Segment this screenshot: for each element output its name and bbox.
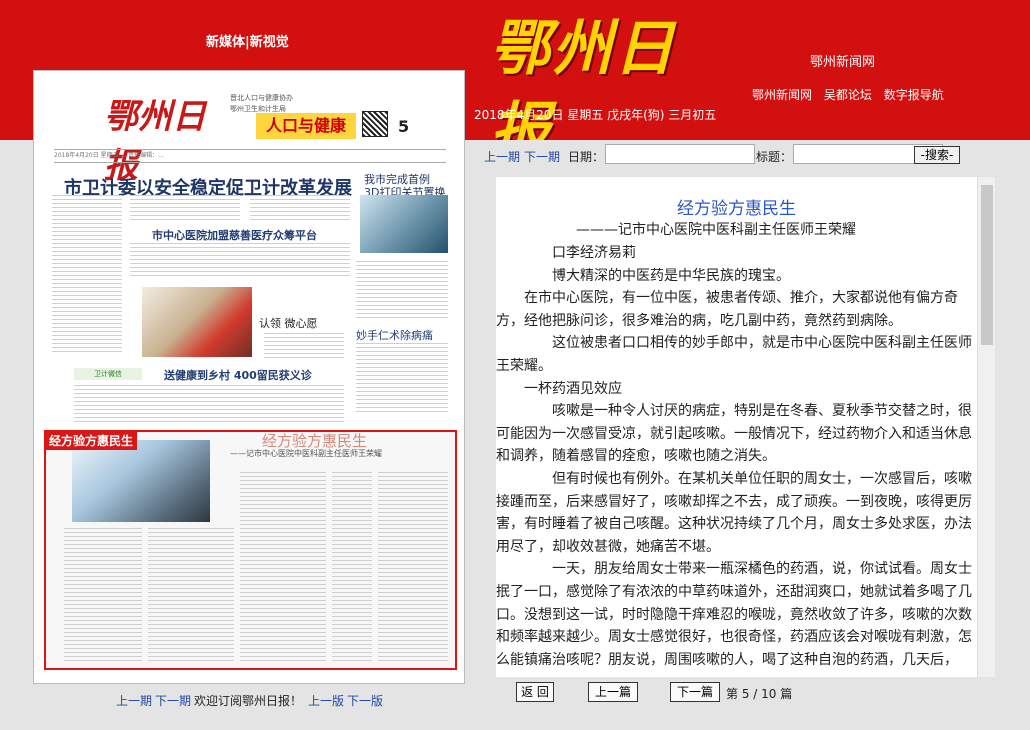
paragraph: 咳嗽是一种令人讨厌的病症，特别是在冬春、夏秋季节交替之时，很可能因为一次感冒受凉… <box>496 403 972 465</box>
newspaper-logo: 鄂州日报 <box>490 14 676 166</box>
article-subtitle: ———记市中心医院中医科副主任医师王荣耀 <box>576 222 856 238</box>
next-page-link[interactable]: 下一版 <box>347 692 383 709</box>
title-label: 标题： <box>756 150 793 164</box>
article-text-block <box>148 528 234 662</box>
section-name: 人口与健康 <box>256 113 356 139</box>
next-article-button[interactable]: 下一篇 <box>670 682 720 702</box>
article-title: 经方验方惠民生 <box>677 199 796 219</box>
subscribe-text: 欢迎订阅鄂州日报！ <box>194 694 303 708</box>
link-wudu-forum[interactable]: 吴都论坛 <box>824 88 872 102</box>
next-issue-link[interactable]: 下一期 <box>155 692 191 709</box>
prev-article-button[interactable]: 上一篇 <box>588 682 638 702</box>
date-label: 日期： <box>568 150 605 164</box>
article-text-block <box>240 472 326 662</box>
wechat-badge: 卫计微信 <box>74 368 142 380</box>
article-pager: 返 回 上一篇 下一篇 第 5 / 10 篇 <box>496 677 995 707</box>
search-button[interactable]: -搜索- <box>914 146 960 164</box>
prev-issue-link[interactable]: 上一期 <box>116 692 152 709</box>
paragraph: 一杯药酒见效应 <box>524 380 622 397</box>
issue-date: 2018年4月20日 星期五 戊戌年(狗) 三月初五 <box>474 108 717 122</box>
article-text-block <box>74 385 344 425</box>
article-body: 口李经济易莉 博大精深的中医药是中华民族的瑰宝。 在市中心医院，有一位中医，被患… <box>496 242 977 671</box>
paragraph: 口李经济易莉 <box>552 245 636 261</box>
paragraph: 一天，朋友给周女士带来一瓶深橘色的药酒，说，你试试看。周女士抿了一口，感觉除了有… <box>496 561 972 668</box>
page-number: 5 <box>398 117 410 136</box>
header-links: 鄂州新闻网 吴都论坛 数字报导航 <box>752 86 952 103</box>
article-text-block <box>356 343 448 415</box>
qr-code-icon <box>362 111 388 137</box>
article-text-block <box>378 472 448 662</box>
article-headline[interactable]: 送健康到乡村 400留民获义诊 <box>164 367 312 383</box>
date-input[interactable] <box>605 144 755 164</box>
prev-page-link[interactable]: 上一版 <box>308 692 344 709</box>
paragraph: 博大精深的中医药是中华民族的瑰宝。 <box>552 267 790 284</box>
issue-navigation: 上一期 下一期 欢迎订阅鄂州日报！ 上一版 下一版 <box>33 684 465 708</box>
article-text-block <box>64 528 142 662</box>
scrollbar-thumb[interactable] <box>981 185 993 345</box>
article-text-block <box>250 195 350 223</box>
toolbar-next-issue[interactable]: 下一期 <box>524 148 560 165</box>
page-info-strip: 2018年4月20日 星期五 ... 责任编辑：... <box>54 149 446 163</box>
link-digital-nav[interactable]: 数字报导航 <box>884 88 944 102</box>
highlight-subtitle: ——记市中心医院中医科副主任医师王荣耀 <box>230 449 382 458</box>
article-count: 第 5 / 10 篇 <box>726 687 793 701</box>
media-links[interactable]: 新媒体|新视觉 <box>206 31 289 50</box>
toolbar-prev-issue[interactable]: 上一期 <box>484 148 520 165</box>
event-photo <box>142 287 252 357</box>
page-masthead: 鄂州日报 <box>104 97 206 186</box>
article-text-block <box>130 243 350 279</box>
article-text-block <box>130 195 240 223</box>
doctor-photo <box>72 440 210 522</box>
article-text-block <box>52 195 122 355</box>
masthead-note: 晋北人口与健康协办 <box>230 94 293 102</box>
article-text-block <box>264 333 344 359</box>
surgery-photo <box>360 195 448 253</box>
link-ezhou-news[interactable]: 鄂州新闻网 <box>752 88 812 102</box>
article-headline[interactable]: 认领 微心愿 <box>259 315 318 331</box>
paragraph: 在市中心医院，有一位中医，被患者传颂、推介，大家都说他有偏方奇方，经他把脉问诊，… <box>496 290 958 329</box>
paragraph: 但有时候也有例外。在某机关单位任职的周女士，一次感冒后，咳嗽接踵而至，后来感冒好… <box>496 470 972 555</box>
site-name[interactable]: 鄂州新闻网 <box>810 51 875 70</box>
article-headline[interactable]: 妙手仁术除病痛 <box>356 327 433 343</box>
paragraph: 这位被患者口口相传的妙手郎中，就是市中心医院中医科副主任医师王荣耀。 <box>496 335 972 374</box>
article-headline[interactable]: 市中心医院加盟慈善医疗众筹平台 <box>152 227 317 243</box>
article-reader: 经方验方惠民生 ———记市中心医院中医科副主任医师王荣耀 口李经济易莉 博大精深… <box>496 177 977 677</box>
article-text-block <box>332 472 372 662</box>
back-button[interactable]: 返 回 <box>516 682 554 702</box>
highlight-label[interactable]: 经方验方惠民生 <box>45 431 138 450</box>
article-scrollbar[interactable] <box>977 177 995 677</box>
article-text-block <box>356 261 448 321</box>
